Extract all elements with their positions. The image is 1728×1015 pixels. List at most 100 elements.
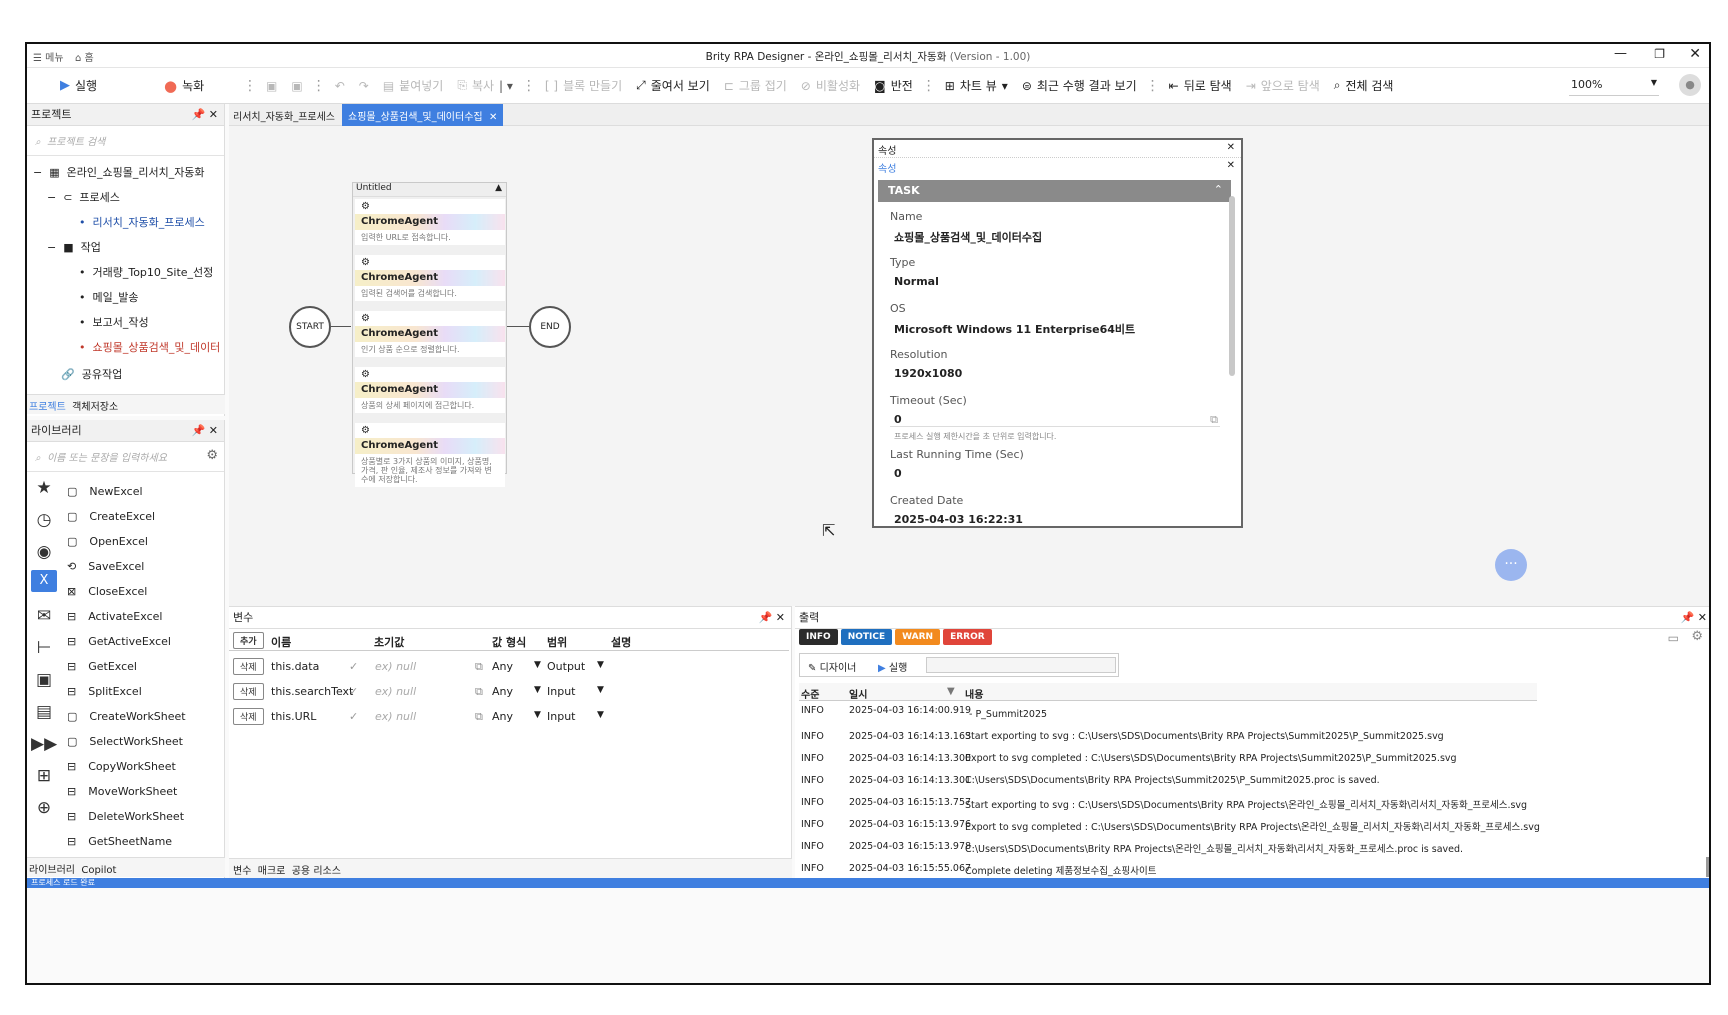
make-block-button[interactable]: [ ] 블록 만들기 <box>538 73 629 99</box>
tree-task-item[interactable]: • 보고서_작성 <box>79 314 149 330</box>
chrome-agent-step-4[interactable]: ⚙ ChromeAgent 상품의 상세 페이지에 접근합니다. <box>355 367 505 413</box>
close-icon[interactable]: ✕ <box>1227 160 1235 171</box>
chrome-icon[interactable]: ◉ <box>31 542 57 562</box>
library-search-input[interactable]: ⌕ 이름 또는 문장을 입력하세요 ⚙ <box>27 442 224 472</box>
error-filter-badge[interactable]: ERROR <box>943 629 992 645</box>
dropdown-icon[interactable]: ▼ <box>534 685 541 695</box>
copy-icon[interactable]: ⧉ <box>475 710 483 724</box>
flow-canvas[interactable]: START END Untitled ▲ ⚙ ChromeAgent 입력한 URL로… <box>229 126 1709 606</box>
library-item[interactable]: ▢ CreateExcel <box>67 510 155 523</box>
variable-row[interactable]: 삭제 this.data ✓ ex) null ⧉ Any ▼ Output ▼ <box>229 655 789 679</box>
add-variable-button[interactable]: 추가 <box>233 632 264 649</box>
undo-icon[interactable]: ↶ <box>328 73 352 99</box>
chrome-agent-step-2[interactable]: ⚙ ChromeAgent 입력된 검색어를 검색합니다. <box>355 255 505 301</box>
tab-variables[interactable]: 변수 <box>233 866 251 877</box>
tab-library[interactable]: 라이브러리 <box>29 865 75 876</box>
tree-task-item[interactable]: • 거래량_Top10_Site_선정 <box>79 264 213 280</box>
user-avatar-icon[interactable]: ● <box>1679 74 1701 96</box>
library-item[interactable]: ▢ SelectWorkSheet <box>67 735 183 748</box>
settings-gear-icon[interactable]: ⚙ <box>1691 629 1703 644</box>
invert-button[interactable]: ◙ 반전 <box>867 73 920 99</box>
info-filter-badge[interactable]: INFO <box>799 629 838 645</box>
library-item[interactable]: ⊟ ActivateExcel <box>67 610 162 623</box>
project-search-input[interactable]: ⌕ 프로젝트 검색 <box>27 126 224 156</box>
pin-close-icons[interactable]: 📌 ✕ <box>192 104 218 126</box>
delete-variable-button[interactable]: 삭제 <box>233 683 264 700</box>
flow-branch-icon[interactable]: ⊢ <box>31 638 57 658</box>
mail-icon[interactable]: ✉ <box>31 606 57 626</box>
outlook-icon[interactable]: ▣ <box>31 670 57 690</box>
variable-row[interactable]: 삭제 this.URL ✓ ex) null ⧉ Any ▼ Input ▼ <box>229 705 789 729</box>
execution-select[interactable] <box>926 657 1116 673</box>
save-icon[interactable]: ▣ <box>259 73 284 99</box>
record-button[interactable]: ● 녹화 <box>157 73 241 99</box>
disable-button[interactable]: ⊘ 비활성화 <box>794 73 867 99</box>
dropdown-icon[interactable]: ▼ <box>597 685 604 695</box>
tab-execution[interactable]: ▶ 실행 <box>878 659 907 674</box>
delete-variable-button[interactable]: 삭제 <box>233 658 264 675</box>
dropdown-icon[interactable]: ▼ <box>534 710 541 720</box>
pin-close-icons[interactable]: 📌 ✕ <box>759 607 785 629</box>
task-container[interactable]: Untitled ▲ ⚙ ChromeAgent 입력한 URL로 접속합니다. ⚙ C… <box>352 182 507 487</box>
fast-forward-icon[interactable]: ▶▶ <box>31 734 57 754</box>
back-navigate-button[interactable]: ⇤ 뒤로 탐색 <box>1162 73 1239 99</box>
close-window-icon[interactable]: ✕ <box>1689 46 1701 62</box>
copy-button[interactable]: ⎘ 복사 | ▾ <box>450 73 520 99</box>
tab-shopping-task-active[interactable]: 쇼핑몰_상품검색_및_데이터수집 ✕ <box>342 104 504 126</box>
minimize-icon[interactable]: — <box>1614 46 1627 61</box>
dropdown-icon[interactable]: ▼ <box>597 660 604 670</box>
settings-gear-icon[interactable]: ⚙ <box>206 448 218 463</box>
paste-button[interactable]: ▤ 붙여넣기 <box>376 73 451 99</box>
end-node[interactable]: END <box>529 306 571 348</box>
library-item[interactable]: ⊟ GetActiveExcel <box>67 635 171 648</box>
dropdown-icon[interactable]: ▼ <box>597 710 604 720</box>
redo-icon[interactable]: ↷ <box>352 73 376 99</box>
search-all-button[interactable]: ⌕ 전체 검색 <box>1327 73 1401 99</box>
tree-process-item[interactable]: • 리서치_자동화_프로세스 <box>79 214 205 230</box>
library-item[interactable]: ⊟ GetExcel <box>67 660 137 673</box>
tree-root[interactable]: − ▦ 온라인_쇼핑몰_리서치_자동화 <box>33 164 205 180</box>
forward-navigate-button[interactable]: ⇥ 앞으로 탐색 <box>1239 73 1327 99</box>
tree-shared-task[interactable]: 🔗 공유작업 <box>61 366 122 382</box>
expand-icon[interactable]: ⧉ <box>1210 413 1218 427</box>
start-node[interactable]: START <box>289 306 331 348</box>
tab-object-store[interactable]: 객체저장소 <box>72 402 118 413</box>
save-all-icon[interactable]: ▣ <box>284 73 309 99</box>
chrome-agent-step-3[interactable]: ⚙ ChromeAgent 인기 상품 순으로 정렬합니다. <box>355 311 505 357</box>
tab-copilot[interactable]: Copilot <box>81 865 116 876</box>
restore-icon[interactable]: ❐ <box>1654 47 1665 61</box>
tree-process-group[interactable]: − ⊂ 프로세스 <box>47 189 120 205</box>
delete-variable-button[interactable]: 삭제 <box>233 708 264 725</box>
library-item[interactable]: ⟲ SaveExcel <box>67 560 144 573</box>
run-button[interactable]: ▶ 실행 <box>53 73 157 99</box>
warn-filter-badge[interactable]: WARN <box>895 629 941 645</box>
collapse-icon[interactable]: ▲ <box>495 183 502 193</box>
close-icon[interactable]: ✕ <box>1227 142 1235 153</box>
pin-close-icons[interactable]: 📌 ✕ <box>1681 607 1707 629</box>
scrollbar[interactable] <box>1706 857 1709 877</box>
notice-filter-badge[interactable]: NOTICE <box>840 629 893 645</box>
chrome-agent-step-1[interactable]: ⚙ ChromeAgent 입력한 URL로 접속합니다. <box>355 199 505 245</box>
group-collapse-button[interactable]: ⊏ 그룹 접기 <box>717 73 794 99</box>
variable-row[interactable]: 삭제 this.searchText ✓ ex) null ⧉ Any ▼ Input… <box>229 680 789 704</box>
excel-icon[interactable]: X <box>31 570 57 592</box>
recent-results-button[interactable]: ⊜ 최근 수행 결과 보기 <box>1015 73 1144 99</box>
tree-task-item-active[interactable]: • 쇼핑몰_상품검색_및_데이터수 <box>79 339 219 355</box>
tree-task-item[interactable]: • 메일_발송 <box>79 289 138 305</box>
more-options-button[interactable]: ··· <box>1495 549 1527 581</box>
chrome-agent-step-5[interactable]: ⚙ ChromeAgent 상품별로 3가지 상품의 이미지, 상품명, 가격, 판… <box>355 423 505 487</box>
library-item[interactable]: ▢ CreateWorkSheet <box>67 710 186 723</box>
tree-structure-icon[interactable]: ⊞ <box>31 766 57 786</box>
library-item[interactable]: ▢ NewExcel <box>67 485 143 498</box>
library-item[interactable]: ⊟ MoveWorkSheet <box>67 785 177 798</box>
tree-task-group[interactable]: − ■ 작업 <box>47 239 101 255</box>
tab-macro[interactable]: 매크로 <box>258 866 286 877</box>
tab-research-process[interactable]: 리서치_자동화_프로세스 ✕ <box>233 108 350 123</box>
library-item[interactable]: ⊟ GetSheetName <box>67 835 172 848</box>
library-item[interactable]: ⊟ SplitExcel <box>67 685 142 698</box>
library-item[interactable]: ⊟ DeleteWorkSheet <box>67 810 184 823</box>
zoom-out-view-button[interactable]: ⤢ 줄여서 보기 <box>629 73 717 99</box>
pin-close-icons[interactable]: 📌 ✕ <box>192 420 218 442</box>
copy-icon[interactable]: ⧉ <box>475 660 483 674</box>
library-item[interactable]: ⊟ CopyWorkSheet <box>67 760 176 773</box>
